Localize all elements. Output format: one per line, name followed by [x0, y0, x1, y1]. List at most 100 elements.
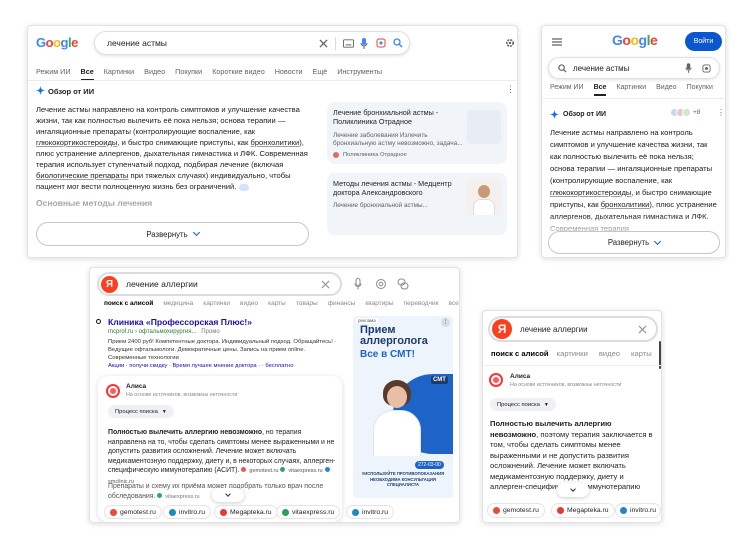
- signin-button[interactable]: Войти: [685, 32, 722, 51]
- link-glucocorticosteroids[interactable]: глюкокортикостероиды: [36, 138, 117, 147]
- tab-more[interactable]: Ещё: [313, 67, 328, 81]
- yandex-logo[interactable]: Я: [101, 275, 118, 293]
- tab-finance[interactable]: финансы: [328, 300, 356, 307]
- source-card-2[interactable]: Методы лечения астмы - Медцентр доктора …: [327, 173, 507, 235]
- expand-answer-button[interactable]: [212, 488, 244, 502]
- tab-shopping[interactable]: Покупки: [687, 84, 713, 96]
- ad-url-line: mcprof.ru › офтальмохирургия... Промо: [108, 329, 220, 335]
- banner-title-2: аллерголога: [360, 335, 428, 347]
- tab-tools[interactable]: Инструменты: [337, 67, 382, 81]
- ad-banner[interactable]: реклама ⋮ Прием аллерголога Все в СМТ! С…: [353, 316, 453, 498]
- tab-all[interactable]: Все: [80, 67, 94, 81]
- expand-answer-button[interactable]: [557, 483, 589, 497]
- settings-gear-icon[interactable]: [505, 38, 515, 48]
- search-input[interactable]: лечение аллергии: [520, 325, 638, 334]
- ad-url[interactable]: mcprof.ru › офтальмохирургия...: [108, 329, 197, 335]
- lens-icon[interactable]: [702, 63, 711, 73]
- source-chip-megapteka[interactable]: Megapteka.ru: [214, 505, 278, 519]
- tab-images[interactable]: Картинки: [616, 84, 646, 96]
- search-tabs: Режим ИИ Все Картинки Видео Покупки Коро…: [36, 67, 392, 81]
- camera-search-icon[interactable]: [375, 278, 387, 290]
- source-chip-gemotest[interactable]: gemotest.ru: [104, 505, 162, 519]
- link-glucocorticosteroids[interactable]: глюкокортикостероиды: [550, 188, 631, 197]
- search-input[interactable]: лечение аллергии: [126, 279, 321, 289]
- tab-maps[interactable]: карты: [268, 300, 286, 307]
- source-chip-megapteka[interactable]: Megapteka.ru: [551, 503, 615, 518]
- link-chain-icon[interactable]: [238, 183, 249, 191]
- tab-video[interactable]: видео: [599, 349, 620, 358]
- keyboard-icon[interactable]: [343, 39, 354, 48]
- ai-overview-title: Обзор от ИИ: [563, 111, 607, 118]
- tab-medicine[interactable]: медицина: [163, 300, 193, 307]
- search-bar[interactable]: Я лечение аллергии: [488, 316, 658, 342]
- link-biologics[interactable]: биологические препараты: [36, 171, 128, 180]
- search-bar[interactable]: лечение астмы: [94, 31, 410, 55]
- banner-close-icon[interactable]: ⋮: [441, 318, 450, 327]
- search-tabs: поиск с алисой медицина картинки видео к…: [104, 300, 459, 307]
- yandex-desktop-window: Я лечение аллергии поиск с алисой медици…: [89, 267, 460, 523]
- cite-chip[interactable]: vitaexpress.ru: [280, 467, 323, 474]
- expand-button[interactable]: Развернуть: [548, 231, 720, 254]
- source-chip-vitaexpress[interactable]: vitaexpress.ru: [276, 505, 341, 519]
- banner-footer-1: #ИСПОЛЬЗУЙТЕ ПРОТИВОПОКАЗАНИЯ: [361, 471, 445, 476]
- tab-realty[interactable]: квартиры: [365, 300, 393, 307]
- hamburger-menu-icon[interactable]: [552, 38, 562, 46]
- clear-icon[interactable]: [321, 279, 330, 289]
- source-chip-gemotest[interactable]: gemotest.ru: [487, 503, 545, 518]
- search-icon[interactable]: [393, 38, 403, 48]
- mic-icon[interactable]: [685, 63, 692, 73]
- lens-icon[interactable]: [376, 38, 386, 48]
- chevron-down-icon: [192, 228, 200, 237]
- expand-button[interactable]: Развернуть: [36, 222, 309, 246]
- search-bar[interactable]: Я лечение аллергии: [97, 272, 342, 296]
- source-desc: Лечение бронхиальной астмы...: [333, 202, 428, 209]
- tab-ai-mode[interactable]: Режим ИИ: [36, 67, 71, 81]
- google-desktop-window: Google лечение астмы Режим ИИ Все Картин…: [27, 25, 518, 258]
- mic-icon[interactable]: [354, 278, 362, 290]
- google-logo[interactable]: Google: [36, 35, 78, 50]
- tab-video[interactable]: Видео: [144, 67, 165, 81]
- tab-all[interactable]: Все: [593, 84, 607, 96]
- tab-images[interactable]: картинки: [557, 349, 588, 358]
- search-process-button[interactable]: Процесс поиска ▼: [490, 398, 556, 411]
- tab-news[interactable]: Новости: [275, 67, 303, 81]
- cite-chip[interactable]: gemotest.ru: [241, 467, 278, 474]
- tab-short-video[interactable]: Короткие видео: [212, 67, 265, 81]
- tab-alisa-search[interactable]: поиск с алисой: [491, 349, 549, 358]
- more-options-icon[interactable]: ⋮: [717, 108, 725, 117]
- tab-images[interactable]: картинки: [203, 300, 230, 307]
- source-card-1[interactable]: Лечение бронхиальной астмы - Поликлиника…: [327, 102, 507, 164]
- tab-maps[interactable]: карты: [631, 349, 652, 358]
- tab-alisa-search[interactable]: поиск с алисой: [104, 300, 153, 307]
- clear-icon[interactable]: [319, 39, 328, 48]
- cite-chip[interactable]: vitaexpress.ru: [157, 492, 200, 500]
- ad-sitelinks[interactable]: Акции · получи скидку · Время лучшее мне…: [108, 363, 293, 369]
- source-chip-invitro-2[interactable]: invitro.ru: [346, 505, 395, 519]
- ad-title[interactable]: Клиника «Профессорская Плюс!»: [108, 317, 252, 327]
- alisa-name: Алиса: [126, 383, 147, 390]
- translate-icon[interactable]: [397, 278, 409, 290]
- search-input[interactable]: лечение астмы: [573, 64, 685, 73]
- link-bronchodilators[interactable]: бронхолитики: [250, 138, 299, 147]
- source-chip-invitro[interactable]: invitro.ru: [615, 503, 661, 518]
- tab-video[interactable]: видео: [240, 300, 258, 307]
- link-bronchodilators[interactable]: бронхолитики: [601, 200, 650, 209]
- source-site: Поликлиника Отрадное: [343, 152, 407, 158]
- mic-icon[interactable]: [360, 38, 368, 49]
- source-favicons[interactable]: +8: [670, 108, 700, 117]
- search-bar[interactable]: лечение астмы: [548, 57, 720, 79]
- tab-video[interactable]: Видео: [656, 84, 676, 96]
- tab-all[interactable]: все: [448, 300, 458, 307]
- tab-translator[interactable]: переводчик: [404, 300, 439, 307]
- tab-shopping[interactable]: Покупки: [175, 67, 202, 81]
- tab-goods[interactable]: товары: [296, 300, 318, 307]
- clear-icon[interactable]: [638, 324, 647, 334]
- yandex-logo[interactable]: Я: [492, 319, 512, 339]
- tab-ai-mode[interactable]: Режим ИИ: [550, 84, 584, 96]
- search-process-button[interactable]: Процесс поиска ▼: [108, 405, 174, 418]
- more-options-icon[interactable]: ⋮: [506, 84, 515, 95]
- google-logo[interactable]: Google: [612, 32, 658, 48]
- source-chip-invitro[interactable]: invitro.ru: [163, 505, 212, 519]
- ai-sparkle-icon: [36, 86, 45, 95]
- tab-images[interactable]: Картинки: [104, 67, 134, 81]
